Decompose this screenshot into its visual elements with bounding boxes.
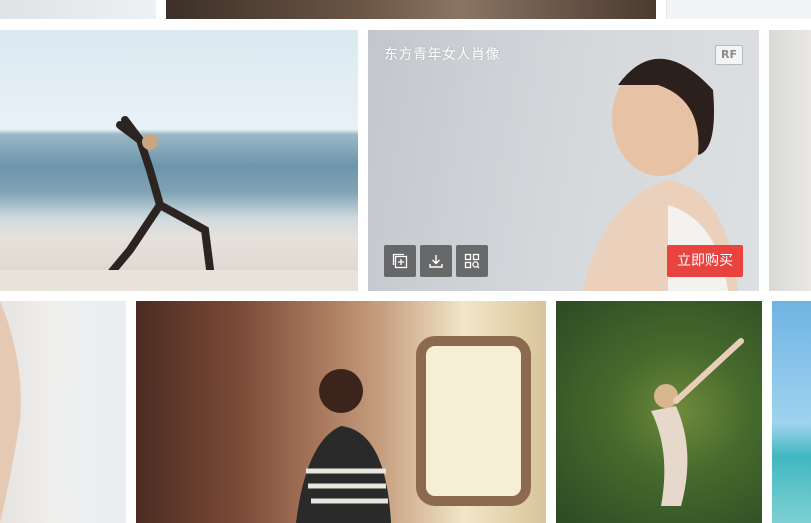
face-illustration: [0, 301, 21, 523]
gallery-image-top-right[interactable]: [666, 0, 811, 19]
gallery-image-top-middle[interactable]: [166, 0, 656, 19]
window-scene-illustration: [296, 336, 531, 523]
gallery-image-right-edge[interactable]: [769, 30, 811, 291]
license-badge: RF: [715, 45, 743, 65]
yoga-figure-illustration: [0, 116, 358, 291]
download-button[interactable]: [420, 245, 452, 277]
add-to-collection-button[interactable]: [384, 245, 416, 277]
find-similar-icon: [464, 253, 480, 269]
image-title: 东方青年女人肖像: [384, 47, 500, 63]
gallery-image-portrait-hovered[interactable]: 东方青年女人肖像 RF 立即购买: [368, 30, 759, 291]
gallery-image-woman-by-window[interactable]: [136, 301, 546, 523]
grass-scene-illustration: [651, 338, 744, 506]
gallery-image-woman-on-grass[interactable]: [556, 301, 762, 523]
gallery-image-seascape-edge[interactable]: [772, 301, 811, 523]
gallery-image-face-closeup[interactable]: [0, 301, 126, 523]
gallery-image-beach-yoga[interactable]: [0, 30, 358, 291]
buy-now-button[interactable]: 立即购买: [667, 245, 743, 277]
download-icon: [429, 255, 443, 268]
add-to-collection-icon: [392, 253, 408, 269]
gallery-image-top-left[interactable]: [0, 0, 156, 19]
find-similar-button[interactable]: [456, 245, 488, 277]
